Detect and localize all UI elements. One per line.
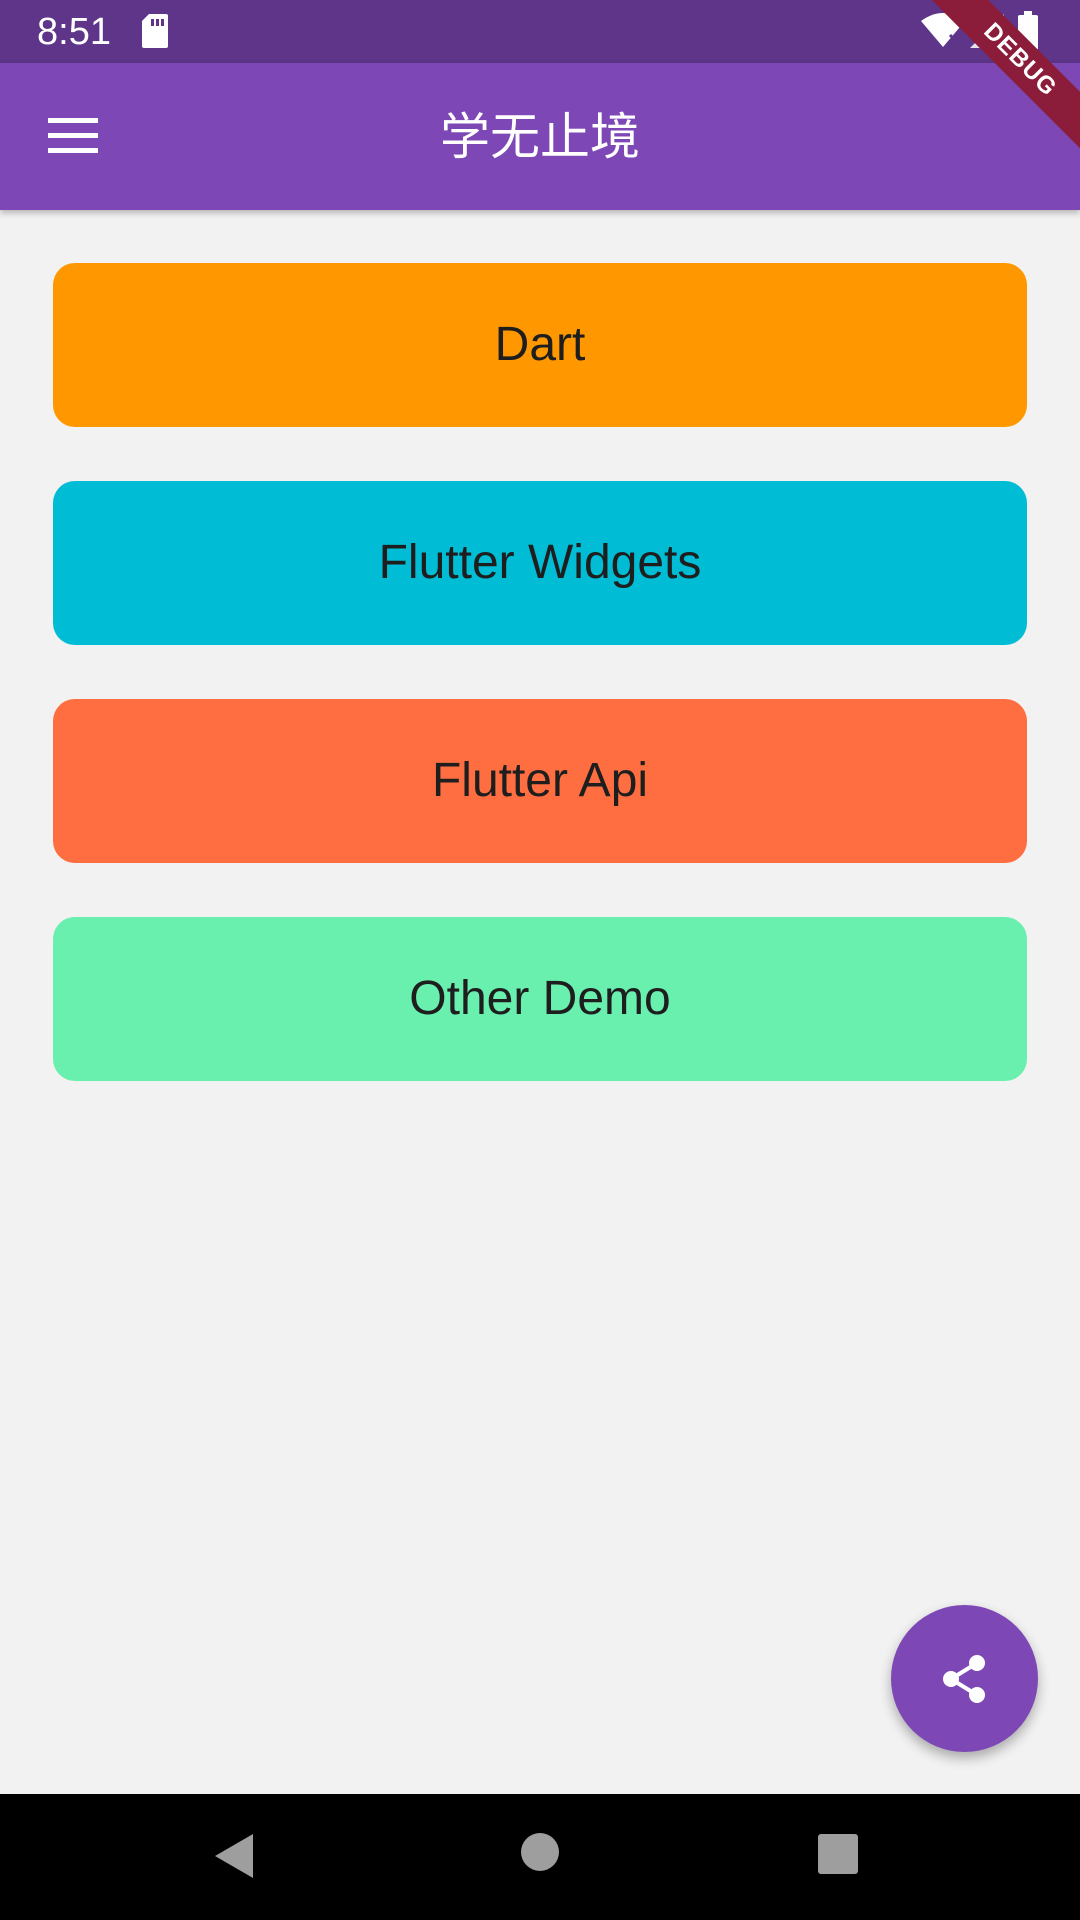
flutter-widgets-button[interactable]: Flutter Widgets xyxy=(53,481,1027,645)
wifi-off-icon xyxy=(921,13,965,47)
menu-list: Dart Flutter Widgets Flutter Api Other D… xyxy=(53,263,1027,1135)
dart-button[interactable]: Dart xyxy=(53,263,1027,427)
navigation-bar xyxy=(0,1794,1080,1920)
app-title: 学无止境 xyxy=(440,108,640,166)
status-time: 8:51 xyxy=(37,11,111,53)
flutter-api-button[interactable]: Flutter Api xyxy=(53,699,1027,863)
dart-button-label: Dart xyxy=(494,318,586,371)
share-button[interactable] xyxy=(891,1605,1038,1752)
share-icon xyxy=(942,1654,985,1703)
other-demo-button-label: Other Demo xyxy=(409,972,671,1025)
back-icon[interactable] xyxy=(213,1832,257,1880)
flutter-widgets-button-label: Flutter Widgets xyxy=(378,536,702,589)
status-bar: 8:51 xyxy=(0,0,1080,63)
flutter-api-button-label: Flutter Api xyxy=(431,754,649,807)
sd-card-icon xyxy=(142,14,168,48)
battery-icon xyxy=(1018,11,1038,50)
recents-icon[interactable] xyxy=(816,1832,860,1876)
other-demo-button[interactable]: Other Demo xyxy=(53,917,1027,1081)
home-icon[interactable] xyxy=(520,1832,560,1872)
signal-icon xyxy=(970,14,1004,48)
app-bar: 学无止境 xyxy=(0,63,1080,210)
